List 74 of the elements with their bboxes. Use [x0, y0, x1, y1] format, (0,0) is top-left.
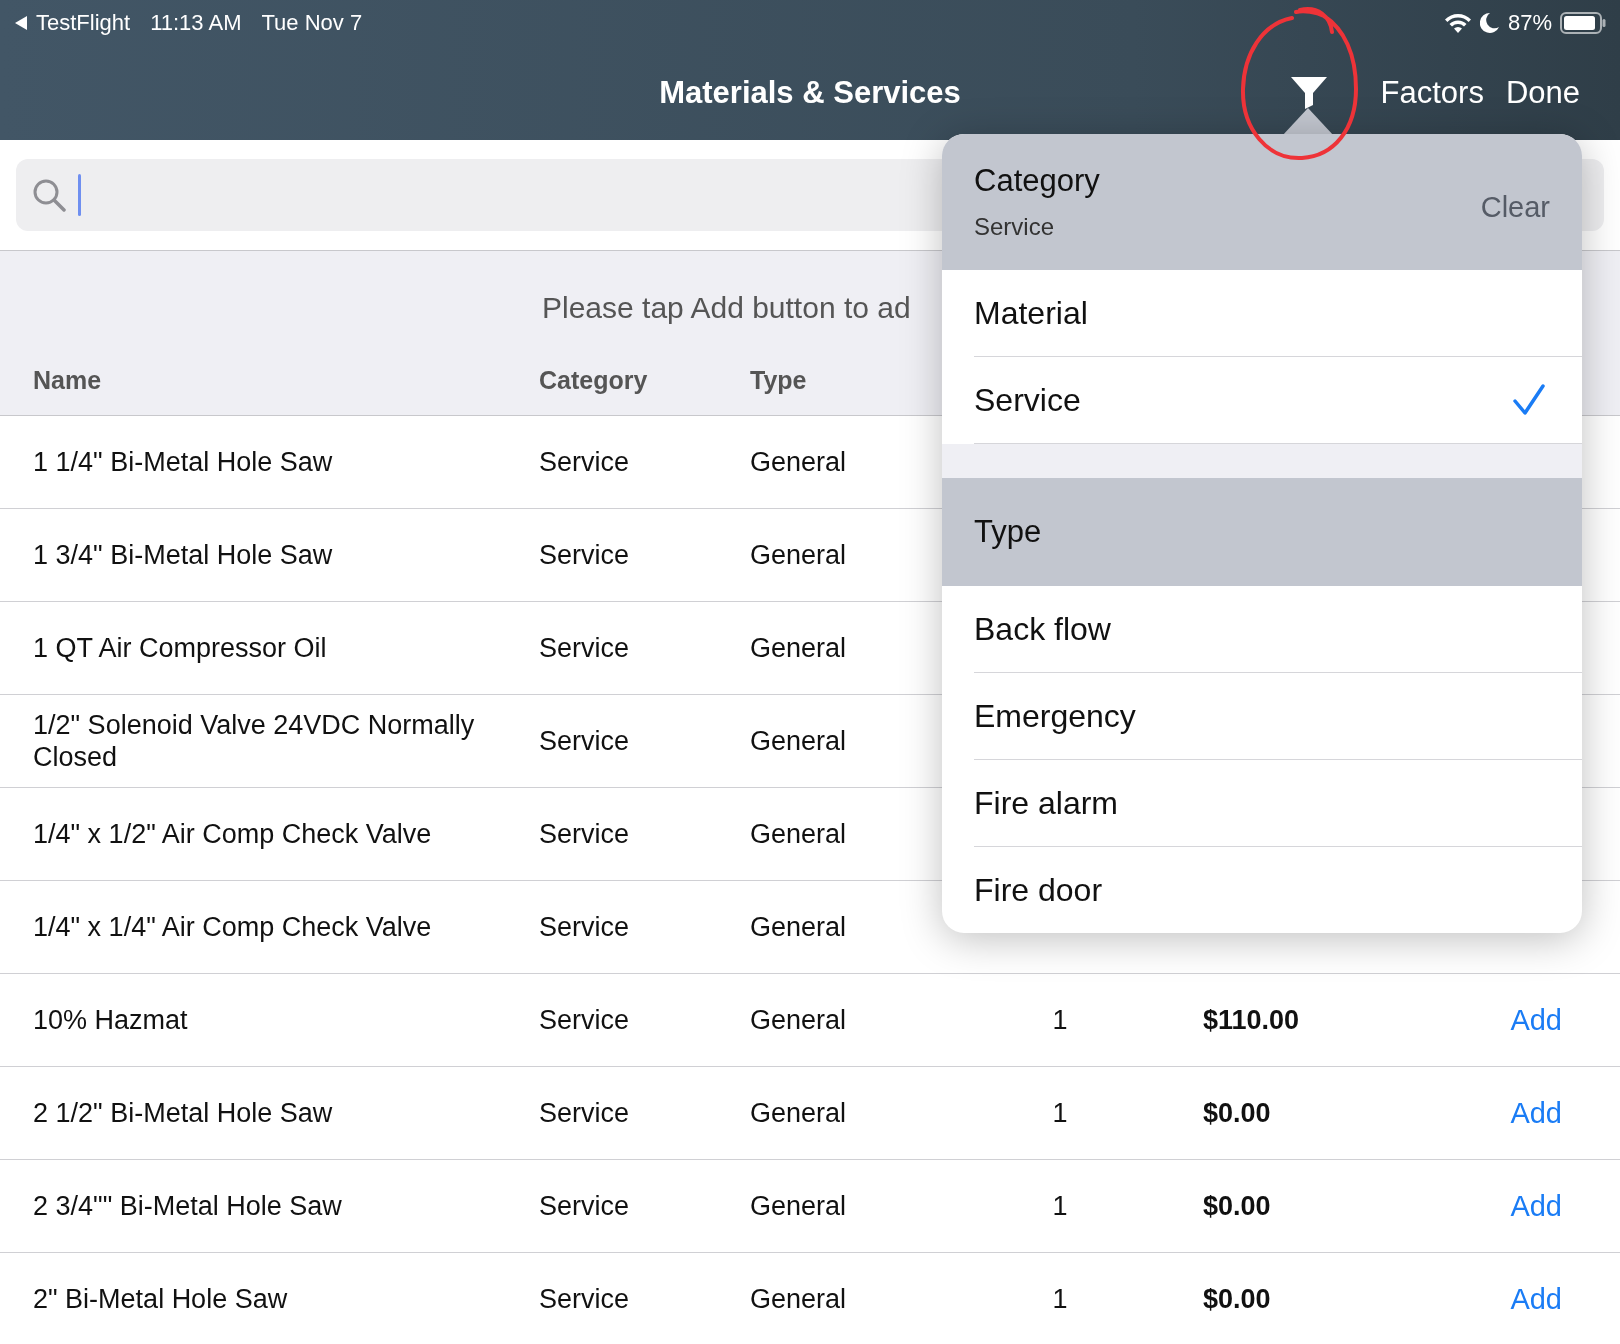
option-label: Material [974, 294, 1089, 332]
status-date: Tue Nov 7 [261, 10, 363, 36]
add-link[interactable]: Add [1510, 1096, 1562, 1130]
price-cell-text: $110.00 [1202, 1004, 1300, 1036]
category-cell: Service [539, 818, 630, 850]
screen-title: Materials & Services [659, 75, 961, 111]
section-title: Type [974, 514, 1043, 550]
type-cell: General [750, 1190, 847, 1222]
quantity-cell: 1 [1052, 1097, 1068, 1129]
back-app-label[interactable]: TestFlight [36, 10, 131, 36]
quantity-cell: 1 [1052, 1190, 1068, 1222]
type-cell: General [750, 446, 847, 478]
wifi-icon [1443, 12, 1472, 34]
category-cell: Service [539, 911, 630, 943]
nav-button[interactable]: Done [1505, 75, 1580, 111]
section-subtitle: Service [974, 213, 1056, 241]
category-cell: Service [539, 1283, 630, 1315]
item-name: 1/2" Solenoid Valve 24VDC Normally Closed [33, 708, 476, 774]
column-header: Name [33, 365, 102, 395]
price-cell-text: $0.00 [1202, 1283, 1271, 1315]
category-cell: Service [539, 1097, 630, 1129]
type-cell: General [750, 1004, 847, 1036]
nav-button[interactable]: Factors [1380, 75, 1484, 111]
hint-message: Please tap Add button to ad [542, 291, 911, 324]
item-name: 2 1/2" Bi-Metal Hole Saw [33, 1096, 334, 1130]
status-time: 11:13 AM [150, 10, 242, 36]
item-name: 2" Bi-Metal Hole Saw [33, 1282, 289, 1316]
category-cell: Service [539, 446, 630, 478]
column-header: Type [750, 365, 807, 395]
column-header: Category [539, 365, 648, 395]
filter-option[interactable]: Back flow [974, 586, 1582, 673]
category-cell: Service [539, 539, 630, 571]
category-cell: Service [539, 1190, 630, 1222]
type-cell: General [750, 632, 847, 664]
option-label: Fire alarm [974, 784, 1119, 822]
type-cell: General [750, 539, 847, 571]
section-title: Category [974, 163, 1101, 199]
type-cell: General [750, 1283, 847, 1315]
item-name: 10% Hazmat [33, 1003, 189, 1037]
add-link[interactable]: Add [1510, 1003, 1562, 1037]
search-icon [32, 178, 66, 212]
item-name: 1 3/4" Bi-Metal Hole Saw [33, 538, 334, 572]
type-cell: General [750, 725, 847, 757]
add-link[interactable]: Add [1510, 1189, 1562, 1223]
moon-icon [1479, 12, 1500, 34]
option-label: Emergency [974, 697, 1137, 735]
item-name: 1 1/4" Bi-Metal Hole Saw [33, 445, 334, 479]
clear-button[interactable]: Clear [1480, 190, 1550, 224]
battery-icon [1560, 12, 1606, 34]
price-cell-text: $0.00 [1202, 1190, 1271, 1222]
option-label: Fire door [974, 871, 1104, 909]
filter-option[interactable]: Fire alarm [974, 760, 1582, 847]
category-cell: Service [539, 632, 630, 664]
option-label: Service [974, 381, 1082, 419]
option-label: Back flow [974, 610, 1112, 648]
quantity-cell: 1 [1052, 1004, 1068, 1036]
filter-option[interactable]: Emergency [974, 673, 1582, 760]
filter-option[interactable]: Fire door [974, 847, 1582, 933]
type-cell: General [750, 911, 847, 943]
item-name: 1/4" x 1/2" Air Comp Check Valve [33, 817, 433, 851]
item-name: 2 3/4"" Bi-Metal Hole Saw [33, 1189, 343, 1223]
type-cell: General [750, 818, 847, 850]
category-cell: Service [539, 1004, 630, 1036]
battery-percent: 87% [1507, 10, 1552, 36]
item-name: 1/4" x 1/4" Air Comp Check Valve [33, 910, 433, 944]
category-cell: Service [539, 725, 630, 757]
type-cell: General [750, 1097, 847, 1129]
item-name: 1 QT Air Compressor Oil [33, 631, 328, 665]
add-link[interactable]: Add [1510, 1282, 1562, 1316]
filter-option[interactable]: Material [974, 270, 1582, 357]
funnel-icon[interactable] [1288, 75, 1329, 111]
price-cell-text: $0.00 [1202, 1097, 1271, 1129]
back-arrow-icon[interactable] [14, 15, 28, 31]
quantity-cell: 1 [1052, 1283, 1068, 1315]
